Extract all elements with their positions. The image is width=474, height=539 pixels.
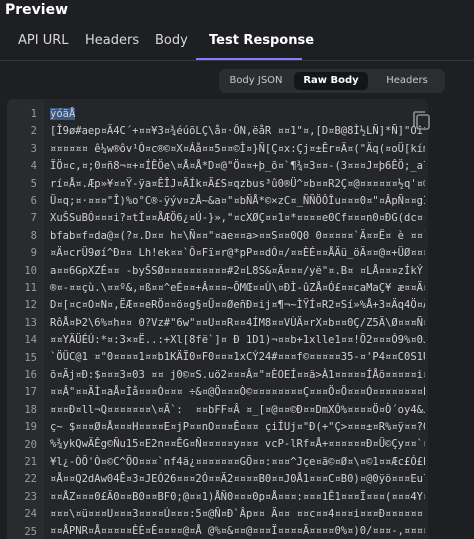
response-view-switcher: Body JSON Raw Body Headers [219,69,445,93]
code-line: õ¤Äj¤Ð:$¤¤¤3¤03 ¤¤ j0©¤S.uö2¤¤¤Â¤"¤ÈOEÍ¤… [50,368,425,381]
code-line: ÏÖ¤c,¤;0¤ñ8¬¤+¤ÍÊÖe\¤Å¤Å*D¤@"Ö¤¤+þ_õ¤`¶¾… [50,160,425,173]
code-line: RôÅ¤Þ2\6%¤h¤¤ 0?Vz#"6w"¤¤U¤¤R¤¤4ÍM8¤¤VÙÄ… [50,316,425,329]
code-line: ¤¤¤\¤ü¤¤¤U¤¤¤3¤¤¤¤Ú¤¤¤:5¤@Ñ¤Ð`Âp¤¤ Ä¤¤ ¤… [50,507,425,520]
code-line: %¾ykQwÄÊg©Ñu15¤E2n¤¤ÊG¤Ñ¤¤¤¤¤y¤¤¤ vcP-lR… [50,438,425,451]
tab-api-url[interactable]: API URL [18,33,69,48]
active-tab-indicator [196,58,302,60]
tab-body[interactable]: Body [155,33,188,48]
line-number: 13 [24,316,37,329]
line-number: 9 [30,247,37,260]
line-number: 23 [24,490,37,503]
line-number: 25 [24,525,37,538]
code-line: bfab¤f¤da@¤(?¤.D¤¤ h¤\Ñ¤¤"¤ae¤¤a>¤¤S¤¤0Q… [50,229,425,242]
subtab-headers[interactable]: Headers [373,72,441,90]
code-line: ç~ $¤¤¤Ø¤Å¤¤¤H¤¤¤¤E¤jP¤¤nO¤¤¤Ê¤¤¤ çiÍUj¤… [50,421,425,434]
code-line: ¤¤Â"¤¤ÄÌ¤aÅ¤Ìå¤¤¤Ò¤¤¤ ÷&¤@Ö¤¤¤Ò©¤¤¤¤¤¤¤¤… [50,386,425,399]
line-number: 15 [24,351,37,364]
response-tabs: API URL Headers Body Test Response [0,22,474,61]
line-number: 2 [30,125,37,138]
line-number: 8 [30,229,37,242]
line-number: 16 [24,369,37,381]
raw-body-content[interactable]: ÿóäÅ [Î9ø#aep¤Ä4C´+¤¤¥3¤¾éúõLÇ\å¤·ÔN,ëåR … [50,106,425,539]
line-number: 18 [24,403,37,416]
line-number: 7 [30,212,37,225]
tab-headers[interactable]: Headers [85,33,139,48]
code-line: ¤¤ÅZ¤¤¤0£Ä0¤¤B0¤¤BF0;@¤¤1)ÅÑ0¤¤¤0p¤Å¤¤¤:… [50,490,425,503]
subtab-raw-body[interactable]: Raw Body [294,72,368,90]
code-line: Ü¤q;¤·¤¤¤"Î)%o°C®-ÿýv¤zÅ~&a¤"¤bÑÅ*©×zC¤_… [50,194,425,207]
line-number: 1 [30,108,37,120]
line-number: 4 [30,160,37,173]
line-number: 11 [24,282,37,294]
code-line: `ÖÜC@1 ¤"0¤¤¤¤1¤¤b1KÄÏ0¤F0¤¤¤1xCÝ24#¤¤¤f… [50,351,425,364]
subtab-body-json[interactable]: Body JSON [223,72,289,90]
code-line: rí¤Å¤.Æp»¥¤¤Ÿ-ÿa¤ÊÎJ¤ÄÍk¤Ä£S¤qzbus³û0®Ü^… [50,177,425,190]
code-line: ¤¤¤Ð¤ll¬Q¤¤¤¤¤¤¤\¤Ä`: ¤¤bFF¤Â ¤_[¤@¤¤©Ð¤… [50,403,425,416]
code-line: ¤Ä¤crÜ9øí^Ð¤¤ Lh!ek¤¤`Ô¤Fï¤r@*pP¤¤dÓ¤/¤¤… [50,247,425,260]
line-number: 24 [24,508,37,521]
line-number: 10 [24,264,37,277]
line-number: 5 [30,177,37,190]
line-number: 3 [30,142,37,155]
code-line: ÿóäÅ [50,106,425,123]
raw-body-viewer[interactable]: 1 2 3 4 5 6 7 8 9 10 11 12 13 14 15 16 17 18 19 20 21 22 23 24 2… [7,99,428,539]
line-number: 12 [24,299,37,312]
code-line: ¤¤¤¤¤¤ ê¼w®ôv¹Ò¤c®©¤X¤Áå¤¤5¤¤©Ì¤}Ñ[Ç¤x:Ç… [50,142,425,155]
line-number: 6 [30,195,37,207]
code-line: ¤¤YÄÜÉÚ:*¤:3×¤Ë..:+Xl[8fë`]¤ Ð 1D1)¬¤¤b+… [50,334,425,347]
code-line: XuŠSuBÓ¤¤¤i?¤tÍ¤¤ÅÆÖ6¿¤Ú-}»,"¤cXØÇ¤¤1¤*¤… [50,212,425,225]
line-number: 17 [24,386,37,399]
line-number: 22 [24,473,37,486]
line-number: 19 [24,421,37,434]
code-line: D¤[¤c¤O¤N¤,ËÆ¤¤eRÖ¤¤ö¤g§¤Ü¤¤ØeñÐ¤ij¤¶¬~Ì… [50,299,425,312]
code-line: ®¤-¤¤çù.\¤¤º&,¤ß¤¤^eÉ¤¤+Â¤¤¤~ÕMŒ¤¤Ù\¤ÐÌ-… [50,281,425,294]
scrollbar[interactable] [430,99,438,539]
line-number: 21 [24,456,37,468]
code-line: ¤Å¤¤Q2dAw04Ê¤3¤JEÓ26¤¤¤2Ó¤¤Ä2¤¤¤¤B0¤¤J0Å… [50,473,425,486]
tab-test-response[interactable]: Test Response [209,33,314,48]
line-number: 20 [24,438,37,451]
code-line: [Î9ø#aep¤Ä4C´+¤¤¥3¤¾éúõLÇ\å¤·ÔN,ëåR ¤¤1"… [50,125,425,138]
line-number: 14 [24,334,37,347]
code-line: a¤¤6GpXZÉ¤¤ -byŠSØ¤¤¤¤¤¤¤¤¤¤#2¤L8S&¤Ä¤¤¤… [50,264,425,277]
code-line: ¤¤ÅPNR¤Å¤¤¤¤¤ÈÈ¤Ê¤¤¤¤@¤Å @%¤&¤¤@¤¤¤Ï¤¤¤¤… [50,525,425,538]
preview-title: Preview [5,2,69,18]
code-line: ¥l¿-ÒÔ'Ò¤©C^ÖO¤¤¤`nf4ä¿¤¤¤¤¤¤¤GÕ¤¤:¤¤¤^J… [50,455,425,468]
selected-text: ÿóäÅ [50,108,76,120]
